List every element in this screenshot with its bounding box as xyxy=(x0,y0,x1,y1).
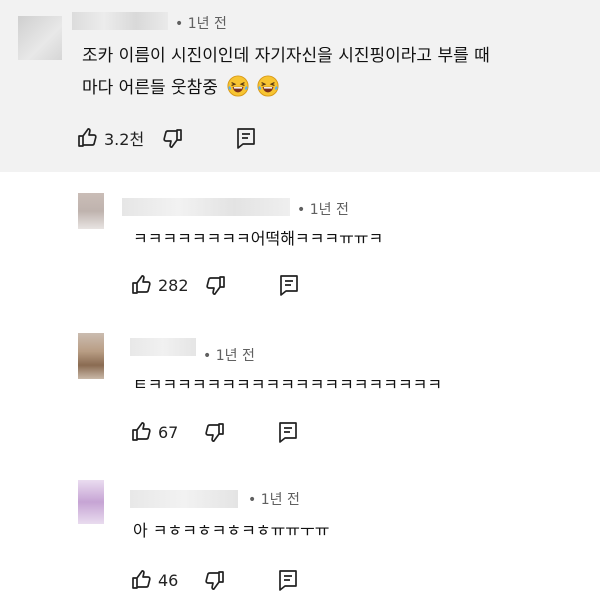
blurred-username xyxy=(130,490,238,508)
reply-icon[interactable] xyxy=(277,273,301,297)
comment-timestamp: • 1년 전 xyxy=(175,16,227,32)
blurred-username xyxy=(130,338,196,356)
reply-icon[interactable] xyxy=(234,126,258,150)
main-comment: • 1년 전 조카 이름이 시진이인데 자기자신을 시진핑이라고 부를 때 마다… xyxy=(0,0,600,172)
reply-timestamp: • 1년 전 xyxy=(248,492,300,508)
reply-text: 아 ㅋㅎㅋㅎㅋㅎㅋㅎㅠㅠㅜㅠ xyxy=(133,521,330,540)
like-count: 3.2천 xyxy=(104,130,145,149)
comment-actions: 3.2천 xyxy=(76,126,258,150)
thumbs-up-icon[interactable] xyxy=(130,273,154,297)
thumbs-down-icon[interactable] xyxy=(202,568,226,592)
blurred-username xyxy=(122,198,290,216)
thumbs-down-icon[interactable] xyxy=(203,273,227,297)
blurred-avatar xyxy=(78,333,104,379)
blurred-avatar xyxy=(18,16,62,60)
reply-text: ㅌㅋㅋㅋㅋㅋㅋㅋㅋㅋㅋㅋㅋㅋㅋㅋㅋㅋㅋㅋㅋ xyxy=(133,375,443,394)
comment-text-line-2-label: 마다 어른들 웃참중 xyxy=(82,78,218,98)
blurred-username xyxy=(72,12,168,30)
comment-text-line-2: 마다 어른들 웃참중 xyxy=(82,72,279,104)
thumbs-up-icon[interactable] xyxy=(76,126,100,150)
like-count: 282 xyxy=(158,275,189,295)
reply-text: ㅋㅋㅋㅋㅋㅋㅋㅋ어떡해ㅋㅋㅋㅠㅠㅋ xyxy=(133,229,384,248)
like-count: 67 xyxy=(158,422,179,442)
thumbs-down-icon[interactable] xyxy=(202,420,226,444)
thumbs-up-icon[interactable] xyxy=(130,568,154,592)
reply-actions: 282 xyxy=(130,273,301,297)
like-count: 46 xyxy=(158,570,179,590)
comment-text-line-1: 조카 이름이 시진이인데 자기자신을 시진핑이라고 부를 때 xyxy=(82,46,490,66)
thumbs-down-icon[interactable] xyxy=(160,126,184,150)
reply-icon[interactable] xyxy=(276,420,300,444)
thumbs-up-icon[interactable] xyxy=(130,420,154,444)
laughing-emoji-icon xyxy=(227,75,249,97)
blurred-avatar xyxy=(78,193,104,229)
blurred-avatar xyxy=(78,480,104,524)
reply-timestamp: • 1년 전 xyxy=(297,202,349,218)
reply-actions: 46 xyxy=(130,568,300,592)
reply-timestamp: • 1년 전 xyxy=(203,348,255,364)
reply-actions: 67 xyxy=(130,420,300,444)
reply-icon[interactable] xyxy=(276,568,300,592)
laughing-emoji-icon xyxy=(257,75,279,97)
